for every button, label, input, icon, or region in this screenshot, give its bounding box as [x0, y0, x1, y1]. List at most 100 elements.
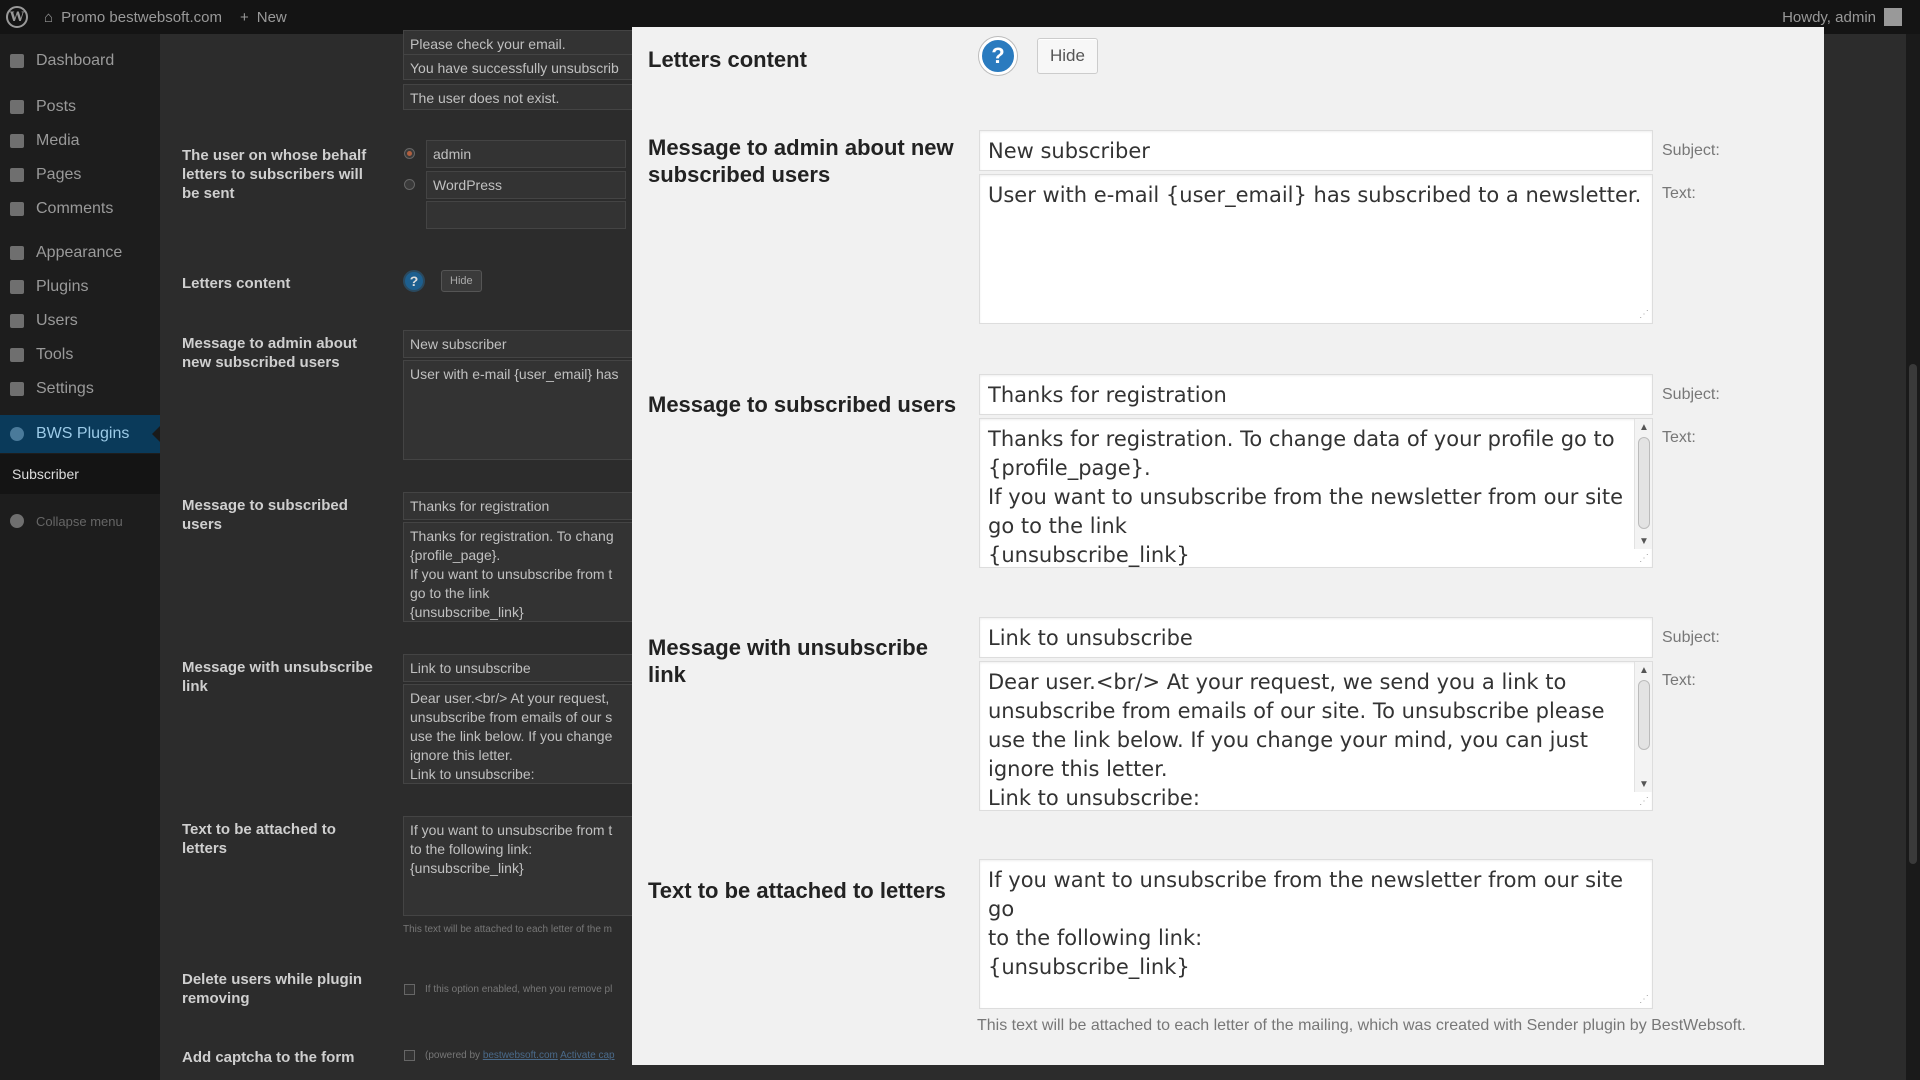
collapse-icon	[10, 514, 24, 528]
resize-grip-icon[interactable]: ⋰	[1639, 797, 1651, 809]
admin-msg-subject-field: New subscriber	[403, 330, 633, 358]
unsub-subject-field: Link to unsubscribe	[403, 654, 633, 682]
hide-button[interactable]: Hide	[1037, 38, 1098, 74]
subscribed-subject-field: Thanks for registration	[403, 492, 633, 520]
avatar	[1884, 8, 1902, 26]
text-side-label: Text:	[1662, 672, 1696, 689]
sender-radio-wordpress	[404, 179, 415, 190]
sender-radio-admin	[404, 148, 415, 159]
unsub-msg-label: Message with unsubscribe link	[182, 659, 373, 695]
sidebar-item-pages[interactable]: Pages	[0, 160, 160, 190]
home-icon: ⌂	[44, 8, 54, 26]
sidebar-item-appearance[interactable]: Appearance	[0, 238, 160, 268]
scroll-up-icon[interactable]: ▲	[1635, 419, 1653, 435]
attach-label: Text to be attached to letters	[182, 821, 336, 857]
captcha-link: bestwebsoft.com	[482, 1050, 558, 1061]
sidebar-item-label: Media	[36, 132, 80, 149]
attach-note: This text will be attached to each lette…	[977, 1017, 1746, 1034]
new-content-link[interactable]: + New	[240, 9, 287, 26]
sender-wordpress-field: WordPress	[426, 171, 626, 199]
scroll-down-icon[interactable]: ▼	[1635, 533, 1653, 549]
media-icon	[10, 134, 24, 148]
comments-icon	[10, 202, 24, 216]
howdy-label: Howdy, admin	[1782, 8, 1876, 26]
error-message-field: Please check your email.	[403, 30, 633, 56]
sidebar-item-posts[interactable]: Posts	[0, 92, 160, 122]
collapse-menu-button[interactable]: Collapse menu	[0, 506, 160, 536]
captcha-checkbox	[404, 1050, 415, 1061]
sidebar-item-tools[interactable]: Tools	[0, 340, 160, 370]
scrollbar-thumb[interactable]	[1909, 364, 1917, 864]
captcha-label: Add captcha to the form	[182, 1049, 355, 1066]
sidebar-item-label: Users	[36, 312, 78, 329]
attach-text-field: If you want to unsubscribe from t to the…	[403, 816, 633, 916]
new-label: New	[256, 8, 287, 26]
wordpress-logo-icon[interactable]: W	[0, 0, 34, 34]
plug-icon	[10, 280, 24, 294]
textarea-scrollbar[interactable]: ▲ ▼	[1634, 419, 1652, 549]
scrollbar-thumb[interactable]	[1638, 680, 1650, 750]
sidebar-item-label: Plugins	[36, 278, 89, 295]
admin-msg-subject-input[interactable]	[979, 130, 1653, 171]
unsub-msg-label: Message with unsubscribe link	[648, 635, 928, 687]
bws-icon	[10, 427, 24, 441]
admin-msg-label: Message to admin about new subscribed us…	[648, 135, 954, 187]
pages-icon	[10, 168, 24, 182]
resize-grip-icon[interactable]: ⋰	[1639, 995, 1651, 1007]
sidebar-item-label: BWS Plugins	[36, 425, 130, 442]
plus-icon: +	[239, 8, 249, 26]
sidebar-item-label: Dashboard	[36, 52, 115, 69]
scroll-down-icon[interactable]: ▼	[1635, 776, 1653, 792]
subscribed-subject-input[interactable]	[979, 374, 1653, 415]
sidebar-item-media[interactable]: Media	[0, 126, 160, 156]
subject-side-label: Subject:	[1662, 386, 1720, 403]
user-not-exist-field: The user does not exist.	[403, 84, 633, 110]
unsub-subject-input[interactable]	[979, 617, 1653, 658]
unsub-text-field: Dear user.<br/> At your request, unsubsc…	[403, 684, 633, 784]
subscribed-text-textarea[interactable]: Thanks for registration. To change data …	[979, 418, 1653, 568]
letters-content-label: Letters content	[182, 275, 291, 292]
subscribed-text-field: Thanks for registration. To chang {profi…	[403, 522, 633, 622]
attach-text-textarea[interactable]: If you want to unsubscribe from the news…	[979, 859, 1653, 1009]
page-scrollbar[interactable]	[1906, 34, 1920, 1080]
sidebar-item-settings[interactable]: Settings	[0, 374, 160, 404]
sender-custom-field	[426, 201, 626, 229]
sidebar-subitem-subscriber[interactable]: Subscriber	[0, 454, 160, 494]
site-name-link[interactable]: ⌂ Promo bestwebsoft.com	[44, 9, 222, 26]
admin-msg-text-textarea[interactable]: User with e-mail {user_email} has subscr…	[979, 174, 1653, 324]
sender-label: The user on whose behalf letters to subs…	[182, 147, 367, 202]
modal-title: Letters content	[648, 47, 807, 72]
subscribed-msg-label: Message to subscribed users	[648, 392, 957, 417]
subject-side-label: Subject:	[1662, 629, 1720, 646]
sidebar-item-comments[interactable]: Comments	[0, 194, 160, 224]
delete-users-label: Delete users while plugin removing	[182, 971, 363, 1007]
attach-label: Text to be attached to letters	[648, 878, 946, 903]
textarea-scrollbar[interactable]: ▲ ▼	[1634, 662, 1652, 792]
help-icon[interactable]: ?	[979, 37, 1017, 75]
resize-grip-icon[interactable]: ⋰	[1639, 554, 1651, 566]
text-side-label: Text:	[1662, 429, 1696, 446]
admin-sidebar: Dashboard Posts Media Pages Comments App…	[0, 34, 160, 1080]
attach-note: This text will be attached to each lette…	[403, 924, 612, 935]
user-icon	[10, 314, 24, 328]
sidebar-item-plugins[interactable]: Plugins	[0, 272, 160, 302]
sidebar-item-users[interactable]: Users	[0, 306, 160, 336]
resize-grip-icon[interactable]: ⋰	[1639, 310, 1651, 322]
sidebar-item-label: Appearance	[36, 244, 123, 261]
scroll-up-icon[interactable]: ▲	[1635, 662, 1653, 678]
scrollbar-thumb[interactable]	[1638, 437, 1650, 529]
help-icon: ?	[403, 270, 425, 292]
hide-button-bg: Hide	[441, 270, 482, 292]
unsubscribed-message-field: You have successfully unsubscrib	[403, 54, 633, 80]
sidebar-item-bws-plugins[interactable]: BWS Plugins	[0, 415, 160, 453]
captcha-activate-link: Activate cap	[560, 1050, 615, 1061]
sidebar-item-label: Settings	[36, 380, 94, 397]
unsub-text-textarea[interactable]: Dear user.<br/> At your request, we send…	[979, 661, 1653, 811]
dashboard-icon	[10, 54, 24, 68]
brush-icon	[10, 246, 24, 260]
sidebar-item-label: Comments	[36, 200, 114, 217]
sidebar-item-label: Posts	[36, 98, 77, 115]
collapse-menu-label: Collapse menu	[36, 513, 123, 529]
pin-icon	[10, 100, 24, 114]
sidebar-item-dashboard[interactable]: Dashboard	[0, 46, 160, 76]
